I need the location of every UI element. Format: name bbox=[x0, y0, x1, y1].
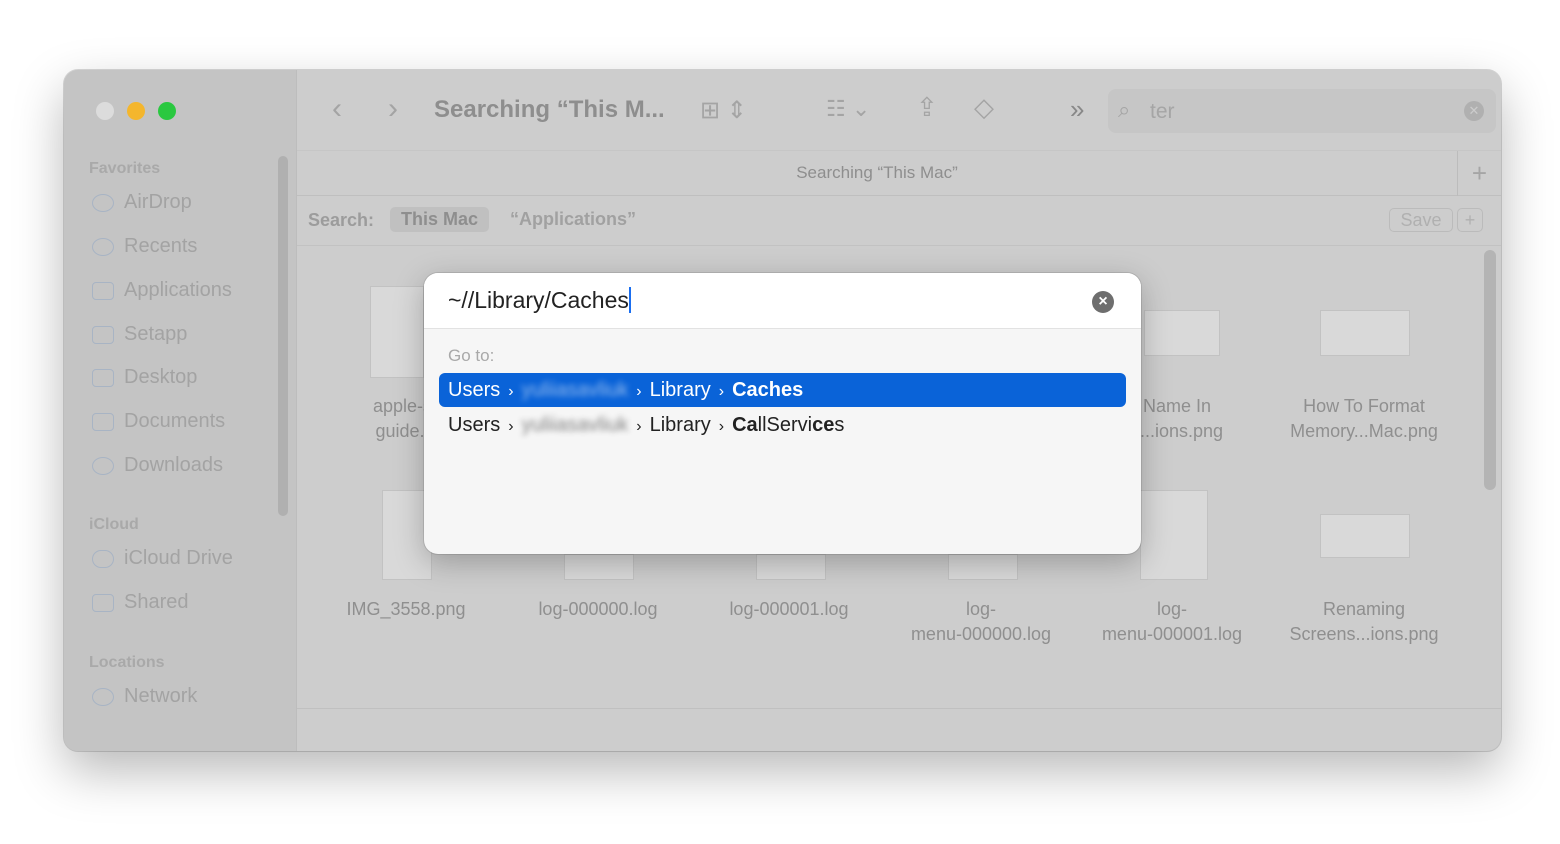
clock-icon bbox=[92, 237, 114, 256]
tab-bar: Searching “This Mac” + bbox=[297, 150, 1501, 196]
sidebar-item-documents[interactable]: Documents bbox=[92, 410, 225, 433]
back-button[interactable]: ‹ bbox=[332, 92, 342, 126]
text-cursor bbox=[628, 287, 631, 313]
blurred-username: yuliiasavliuk bbox=[521, 414, 629, 436]
close-button[interactable] bbox=[96, 102, 114, 120]
sidebar-item-recents[interactable]: Recents bbox=[92, 235, 197, 258]
file-item[interactable]: How To Format Memory...Mac.png bbox=[1274, 394, 1454, 444]
status-divider bbox=[297, 708, 1501, 709]
document-icon bbox=[92, 412, 114, 431]
sidebar-item-icloud-drive[interactable]: iCloud Drive bbox=[92, 547, 233, 570]
sidebar-scrollbar[interactable] bbox=[278, 156, 288, 516]
path-input[interactable]: ~//Library/Caches bbox=[448, 287, 631, 314]
file-item[interactable]: log-000000.log bbox=[508, 597, 688, 622]
forward-button[interactable]: › bbox=[388, 92, 398, 126]
sidebar-item-setapp[interactable]: Setapp bbox=[92, 323, 187, 346]
sidebar-item-desktop[interactable]: Desktop bbox=[92, 366, 197, 389]
sidebar: Favorites AirDrop Recents Applications S… bbox=[64, 70, 297, 751]
new-tab-button[interactable]: + bbox=[1457, 151, 1501, 196]
file-thumbnail[interactable] bbox=[1140, 490, 1208, 580]
sidebar-section-locations: Locations bbox=[89, 654, 165, 671]
scope-label: Search: bbox=[308, 210, 375, 230]
suggestion-caches[interactable]: Users › yuliiasavliuk › Library › Caches bbox=[439, 373, 1126, 407]
sidebar-section-favorites: Favorites bbox=[89, 160, 161, 177]
sidebar-item-shared[interactable]: Shared bbox=[92, 591, 189, 614]
more-toolbar-icon[interactable]: » bbox=[1070, 94, 1084, 125]
file-thumbnail[interactable] bbox=[948, 554, 1018, 580]
sidebar-item-airdrop[interactable]: AirDrop bbox=[92, 191, 192, 214]
search-icon: ⌕ bbox=[1118, 97, 1131, 122]
tag-icon[interactable]: ◇ bbox=[974, 92, 994, 123]
file-thumbnail[interactable] bbox=[1320, 514, 1410, 558]
sidebar-section-icloud: iCloud bbox=[89, 516, 139, 533]
download-icon bbox=[92, 456, 114, 475]
file-item[interactable]: IMG_3558.png bbox=[316, 597, 496, 622]
file-item[interactable]: log-menu-000001.log bbox=[1082, 597, 1262, 647]
blurred-username: yuliiasavliuk bbox=[521, 379, 629, 401]
file-thumbnail[interactable] bbox=[1144, 310, 1220, 356]
scope-this-mac[interactable]: This Mac bbox=[390, 207, 490, 232]
clear-search-icon[interactable]: ✕ bbox=[1464, 101, 1484, 121]
content-scrollbar[interactable] bbox=[1484, 250, 1496, 490]
file-thumbnail[interactable] bbox=[370, 286, 424, 378]
tab-searching[interactable]: Searching “This Mac” bbox=[297, 163, 1457, 183]
file-thumbnail[interactable] bbox=[564, 554, 634, 580]
group-button[interactable]: ☷ ⌄ bbox=[826, 96, 870, 122]
add-criteria-button[interactable]: + bbox=[1457, 208, 1483, 232]
sidebar-item-applications[interactable]: Applications bbox=[92, 279, 232, 302]
sidebar-item-network[interactable]: Network bbox=[92, 685, 197, 708]
desktop-icon bbox=[92, 368, 114, 387]
airdrop-icon bbox=[92, 193, 114, 212]
search-field[interactable]: ⌕ ter ✕ bbox=[1108, 89, 1496, 133]
cloud-icon bbox=[92, 549, 114, 568]
search-value: ter bbox=[1150, 100, 1175, 123]
search-scope-bar: Search: This Mac “Applications” Save + bbox=[297, 196, 1501, 246]
globe-icon bbox=[92, 687, 114, 706]
file-thumbnail[interactable] bbox=[1320, 310, 1410, 356]
file-item[interactable]: log-menu-000000.log bbox=[891, 597, 1071, 647]
sidebar-item-downloads[interactable]: Downloads bbox=[92, 454, 223, 477]
file-item[interactable]: log-000001.log bbox=[699, 597, 879, 622]
file-item[interactable]: Renaming Screens...ions.png bbox=[1274, 597, 1454, 647]
save-search-button[interactable]: Save bbox=[1389, 208, 1453, 232]
clear-path-icon[interactable]: × bbox=[1092, 291, 1114, 313]
applications-icon bbox=[92, 281, 114, 300]
scope-applications[interactable]: “Applications” bbox=[510, 209, 636, 230]
folder-icon bbox=[92, 325, 114, 344]
goto-label: Go to: bbox=[448, 346, 495, 365]
file-thumbnail[interactable] bbox=[756, 554, 826, 580]
zoom-button[interactable] bbox=[158, 102, 176, 120]
shared-folder-icon bbox=[92, 593, 114, 612]
share-icon[interactable]: ⇪ bbox=[916, 92, 938, 123]
minimize-button[interactable] bbox=[127, 102, 145, 120]
icon-view-button[interactable]: ⊞ ⇕ bbox=[700, 96, 747, 125]
window-title: Searching “This M... bbox=[434, 96, 665, 123]
suggestion-callservices[interactable]: Users › yuliiasavliuk › Library › CallServices bbox=[439, 408, 1126, 442]
go-to-folder-dialog: ~//Library/Caches × Go to: Users › yuliias… bbox=[424, 273, 1141, 554]
